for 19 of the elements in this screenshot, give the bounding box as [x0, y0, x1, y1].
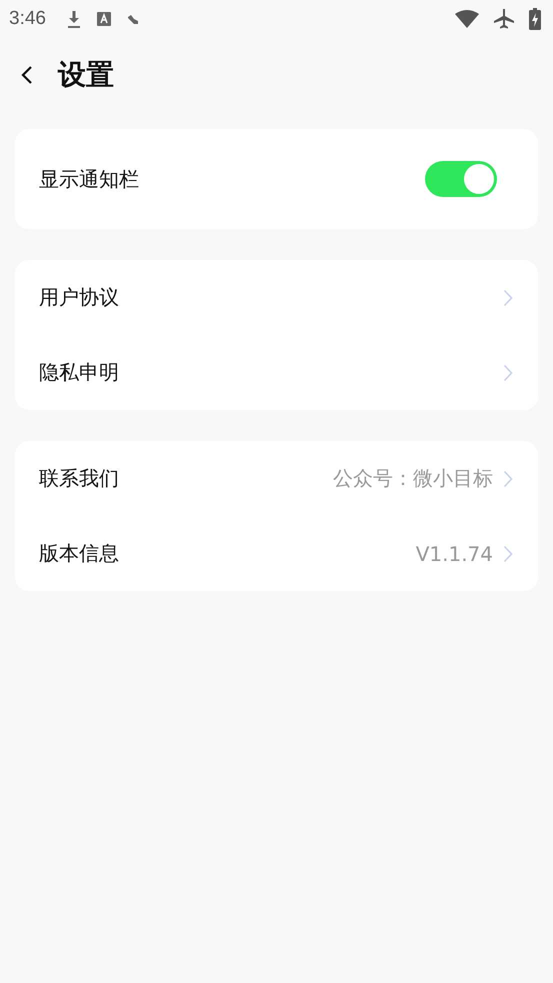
setting-label[interactable]: 版本信息: [39, 540, 119, 567]
battery-icon: [529, 8, 541, 30]
page-title: 设置: [58, 57, 114, 93]
download-icon: [66, 8, 82, 28]
setting-value: V1.1.74: [416, 542, 493, 566]
wifi-icon: [455, 8, 479, 28]
setting-label[interactable]: 联系我们: [39, 465, 119, 492]
chevron-right-icon: [503, 288, 513, 306]
airplane-icon: [493, 8, 515, 30]
app-notification-icon: [96, 10, 112, 26]
setting-label: 显示通知栏: [39, 166, 139, 192]
chevron-right-icon: [503, 544, 513, 562]
setting-label[interactable]: 用户协议: [39, 284, 119, 311]
setting-value: 公众号：微小目标: [333, 465, 493, 492]
status-time: 3:46: [9, 8, 46, 30]
toggle-switch[interactable]: [425, 161, 497, 197]
chevron-right-icon: [503, 364, 513, 382]
setting-label[interactable]: 隐私申明: [39, 359, 119, 386]
chevron-right-icon: [503, 470, 513, 488]
